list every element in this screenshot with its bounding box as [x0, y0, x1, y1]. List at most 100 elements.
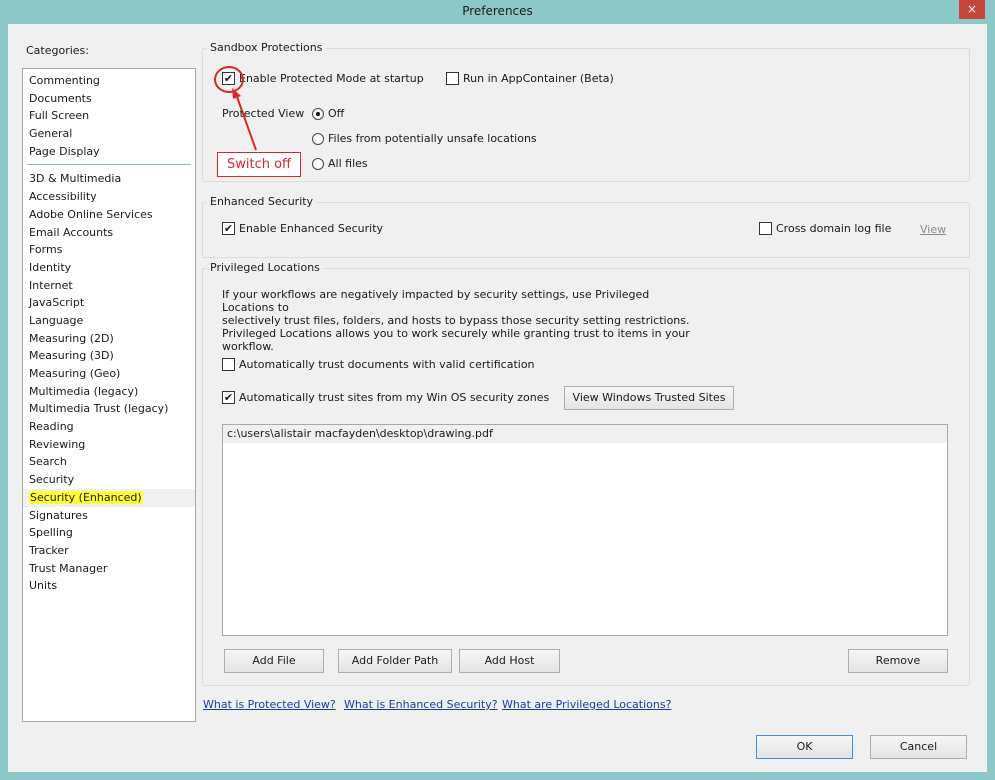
title-bar[interactable]: Preferences × — [0, 0, 995, 24]
privileged-locations-description: If your workflows are negatively impacte… — [222, 288, 692, 353]
category-item[interactable]: Internet — [23, 277, 195, 295]
category-label: Security (Enhanced) — [29, 490, 143, 504]
auto-trust-certified-box[interactable] — [222, 358, 235, 371]
category-item[interactable]: Security (Enhanced) — [23, 488, 195, 507]
auto-trust-certified-label: Automatically trust documents with valid… — [239, 358, 535, 371]
category-label: Trust Manager — [29, 561, 108, 575]
category-item[interactable]: Reading — [23, 418, 195, 436]
category-label: Measuring (Geo) — [29, 367, 121, 380]
category-item[interactable]: Page Display — [23, 143, 195, 161]
annotation-switch-off-label: Switch off — [217, 152, 301, 177]
annotation-arrow-icon — [232, 88, 257, 151]
protected-view-off-radio[interactable]: Off — [312, 107, 344, 120]
run-appcontainer-label: Run in AppContainer (Beta) — [463, 72, 614, 85]
close-button[interactable]: × — [959, 0, 985, 19]
description-line: selectively trust files, folders, and ho… — [222, 314, 690, 327]
category-item[interactable]: Reviewing — [23, 436, 195, 454]
category-item[interactable]: Measuring (Geo) — [23, 365, 195, 383]
category-item[interactable]: Measuring (2D) — [23, 330, 195, 348]
category-label: Page Display — [29, 144, 100, 158]
auto-trust-sites-label: Automatically trust sites from my Win OS… — [239, 391, 550, 404]
auto-trust-sites-checkbox[interactable]: ✔ Automatically trust sites from my Win … — [222, 391, 549, 404]
category-label: Email Accounts — [29, 225, 114, 239]
category-label: Full Screen — [29, 109, 90, 123]
category-item[interactable]: Email Accounts — [23, 224, 195, 242]
category-item[interactable]: Language — [23, 312, 195, 330]
category-item[interactable]: Documents — [23, 90, 195, 108]
category-item[interactable]: Trust Manager — [23, 560, 195, 578]
category-item[interactable]: Security — [23, 471, 195, 489]
what-are-privileged-locations-link[interactable]: What are Privileged Locations? — [502, 698, 671, 711]
category-item[interactable]: Forms — [23, 241, 195, 259]
category-label: Signatures — [29, 508, 88, 522]
protected-view-all-radio-dot[interactable] — [312, 157, 324, 170]
category-label: Reviewing — [29, 437, 86, 451]
category-label: General — [29, 127, 73, 141]
category-label: Identity — [29, 260, 72, 274]
category-item[interactable]: Multimedia Trust (legacy) — [23, 400, 195, 418]
run-appcontainer-checkbox[interactable]: Run in AppContainer (Beta) — [446, 72, 614, 85]
enable-enhanced-security-box[interactable]: ✔ — [222, 222, 235, 235]
category-label: Internet — [29, 278, 73, 292]
location-row[interactable]: c:\users\alistair macfayden\desktop\draw… — [223, 425, 947, 443]
auto-trust-certified-checkbox[interactable]: Automatically trust documents with valid… — [222, 358, 535, 371]
category-item[interactable]: Commenting — [23, 72, 195, 90]
cancel-button[interactable]: Cancel — [870, 735, 967, 759]
protected-view-unsafe-label: Files from potentially unsafe locations — [328, 132, 537, 145]
auto-trust-sites-box[interactable]: ✔ — [222, 391, 235, 404]
cross-domain-log-label: Cross domain log file — [776, 222, 892, 235]
cross-domain-log-box[interactable] — [759, 222, 772, 235]
category-item[interactable]: Accessibility — [23, 188, 195, 206]
category-item[interactable]: Signatures — [23, 507, 195, 525]
ok-button[interactable]: OK — [756, 735, 853, 759]
preferences-window: Preferences × Categories: Commenting Docu… — [0, 0, 995, 780]
run-appcontainer-box[interactable] — [446, 72, 459, 85]
category-item[interactable]: Units — [23, 577, 195, 595]
category-item[interactable]: Full Screen — [23, 107, 195, 125]
privileged-locations-title: Privileged Locations — [207, 261, 323, 274]
category-item[interactable]: Search — [23, 453, 195, 471]
enable-enhanced-security-label: Enable Enhanced Security — [239, 222, 384, 235]
category-label: Search — [29, 455, 67, 469]
protected-view-unsafe-radio-dot[interactable] — [312, 132, 324, 145]
enable-protected-mode-checkbox[interactable]: ✔ Enable Protected Mode at startup — [222, 72, 424, 85]
category-item[interactable]: Multimedia (legacy) — [23, 383, 195, 401]
category-item[interactable]: General — [23, 125, 195, 143]
what-is-enhanced-security-link[interactable]: What is Enhanced Security? — [344, 698, 498, 711]
category-item[interactable]: Tracker — [23, 542, 195, 560]
category-item[interactable]: Identity — [23, 259, 195, 277]
view-log-link[interactable]: View — [920, 223, 946, 236]
description-line: If your workflows are negatively impacte… — [222, 288, 650, 314]
category-label: Multimedia Trust (legacy) — [29, 402, 169, 416]
what-is-protected-view-link[interactable]: What is Protected View? — [203, 698, 336, 711]
view-windows-trusted-sites-button[interactable]: View Windows Trusted Sites — [564, 386, 734, 410]
category-label: Accessibility — [29, 190, 97, 204]
categories-list[interactable]: Commenting Documents Full Screen General Pag… — [22, 68, 196, 722]
protected-view-all-radio[interactable]: All files — [312, 157, 368, 170]
category-item[interactable]: JavaScript — [23, 294, 195, 312]
add-file-button[interactable]: Add File — [224, 649, 324, 673]
category-item[interactable]: Adobe Online Services — [23, 206, 195, 224]
dialog-body: Categories: Commenting Documents Full Scre… — [8, 24, 987, 772]
add-host-button[interactable]: Add Host — [459, 649, 560, 673]
enable-enhanced-security-checkbox[interactable]: ✔ Enable Enhanced Security — [222, 222, 383, 235]
category-label: Units — [29, 579, 58, 593]
category-label: Tracker — [29, 543, 69, 557]
cross-domain-log-checkbox[interactable]: Cross domain log file — [759, 222, 891, 235]
protected-view-off-radio-dot[interactable] — [312, 107, 324, 120]
protected-view-off-label: Off — [328, 107, 345, 120]
category-label: Documents — [29, 91, 92, 105]
category-label: Measuring (3D) — [29, 349, 114, 363]
category-label: Adobe Online Services — [29, 207, 153, 221]
description-line: Privileged Locations allows you to work … — [222, 327, 690, 340]
category-label: JavaScript — [29, 296, 85, 310]
add-folder-path-button[interactable]: Add Folder Path — [338, 649, 452, 673]
remove-button[interactable]: Remove — [848, 649, 948, 673]
category-item[interactable]: Measuring (3D) — [23, 347, 195, 365]
category-item[interactable]: 3D & Multimedia — [23, 170, 195, 188]
privileged-locations-list[interactable]: c:\users\alistair macfayden\desktop\draw… — [222, 424, 948, 636]
protected-view-unsafe-radio[interactable]: Files from potentially unsafe locations — [312, 132, 537, 145]
category-label: Commenting — [29, 74, 100, 87]
category-item[interactable]: Spelling — [23, 524, 195, 542]
category-label: Security — [29, 473, 75, 487]
